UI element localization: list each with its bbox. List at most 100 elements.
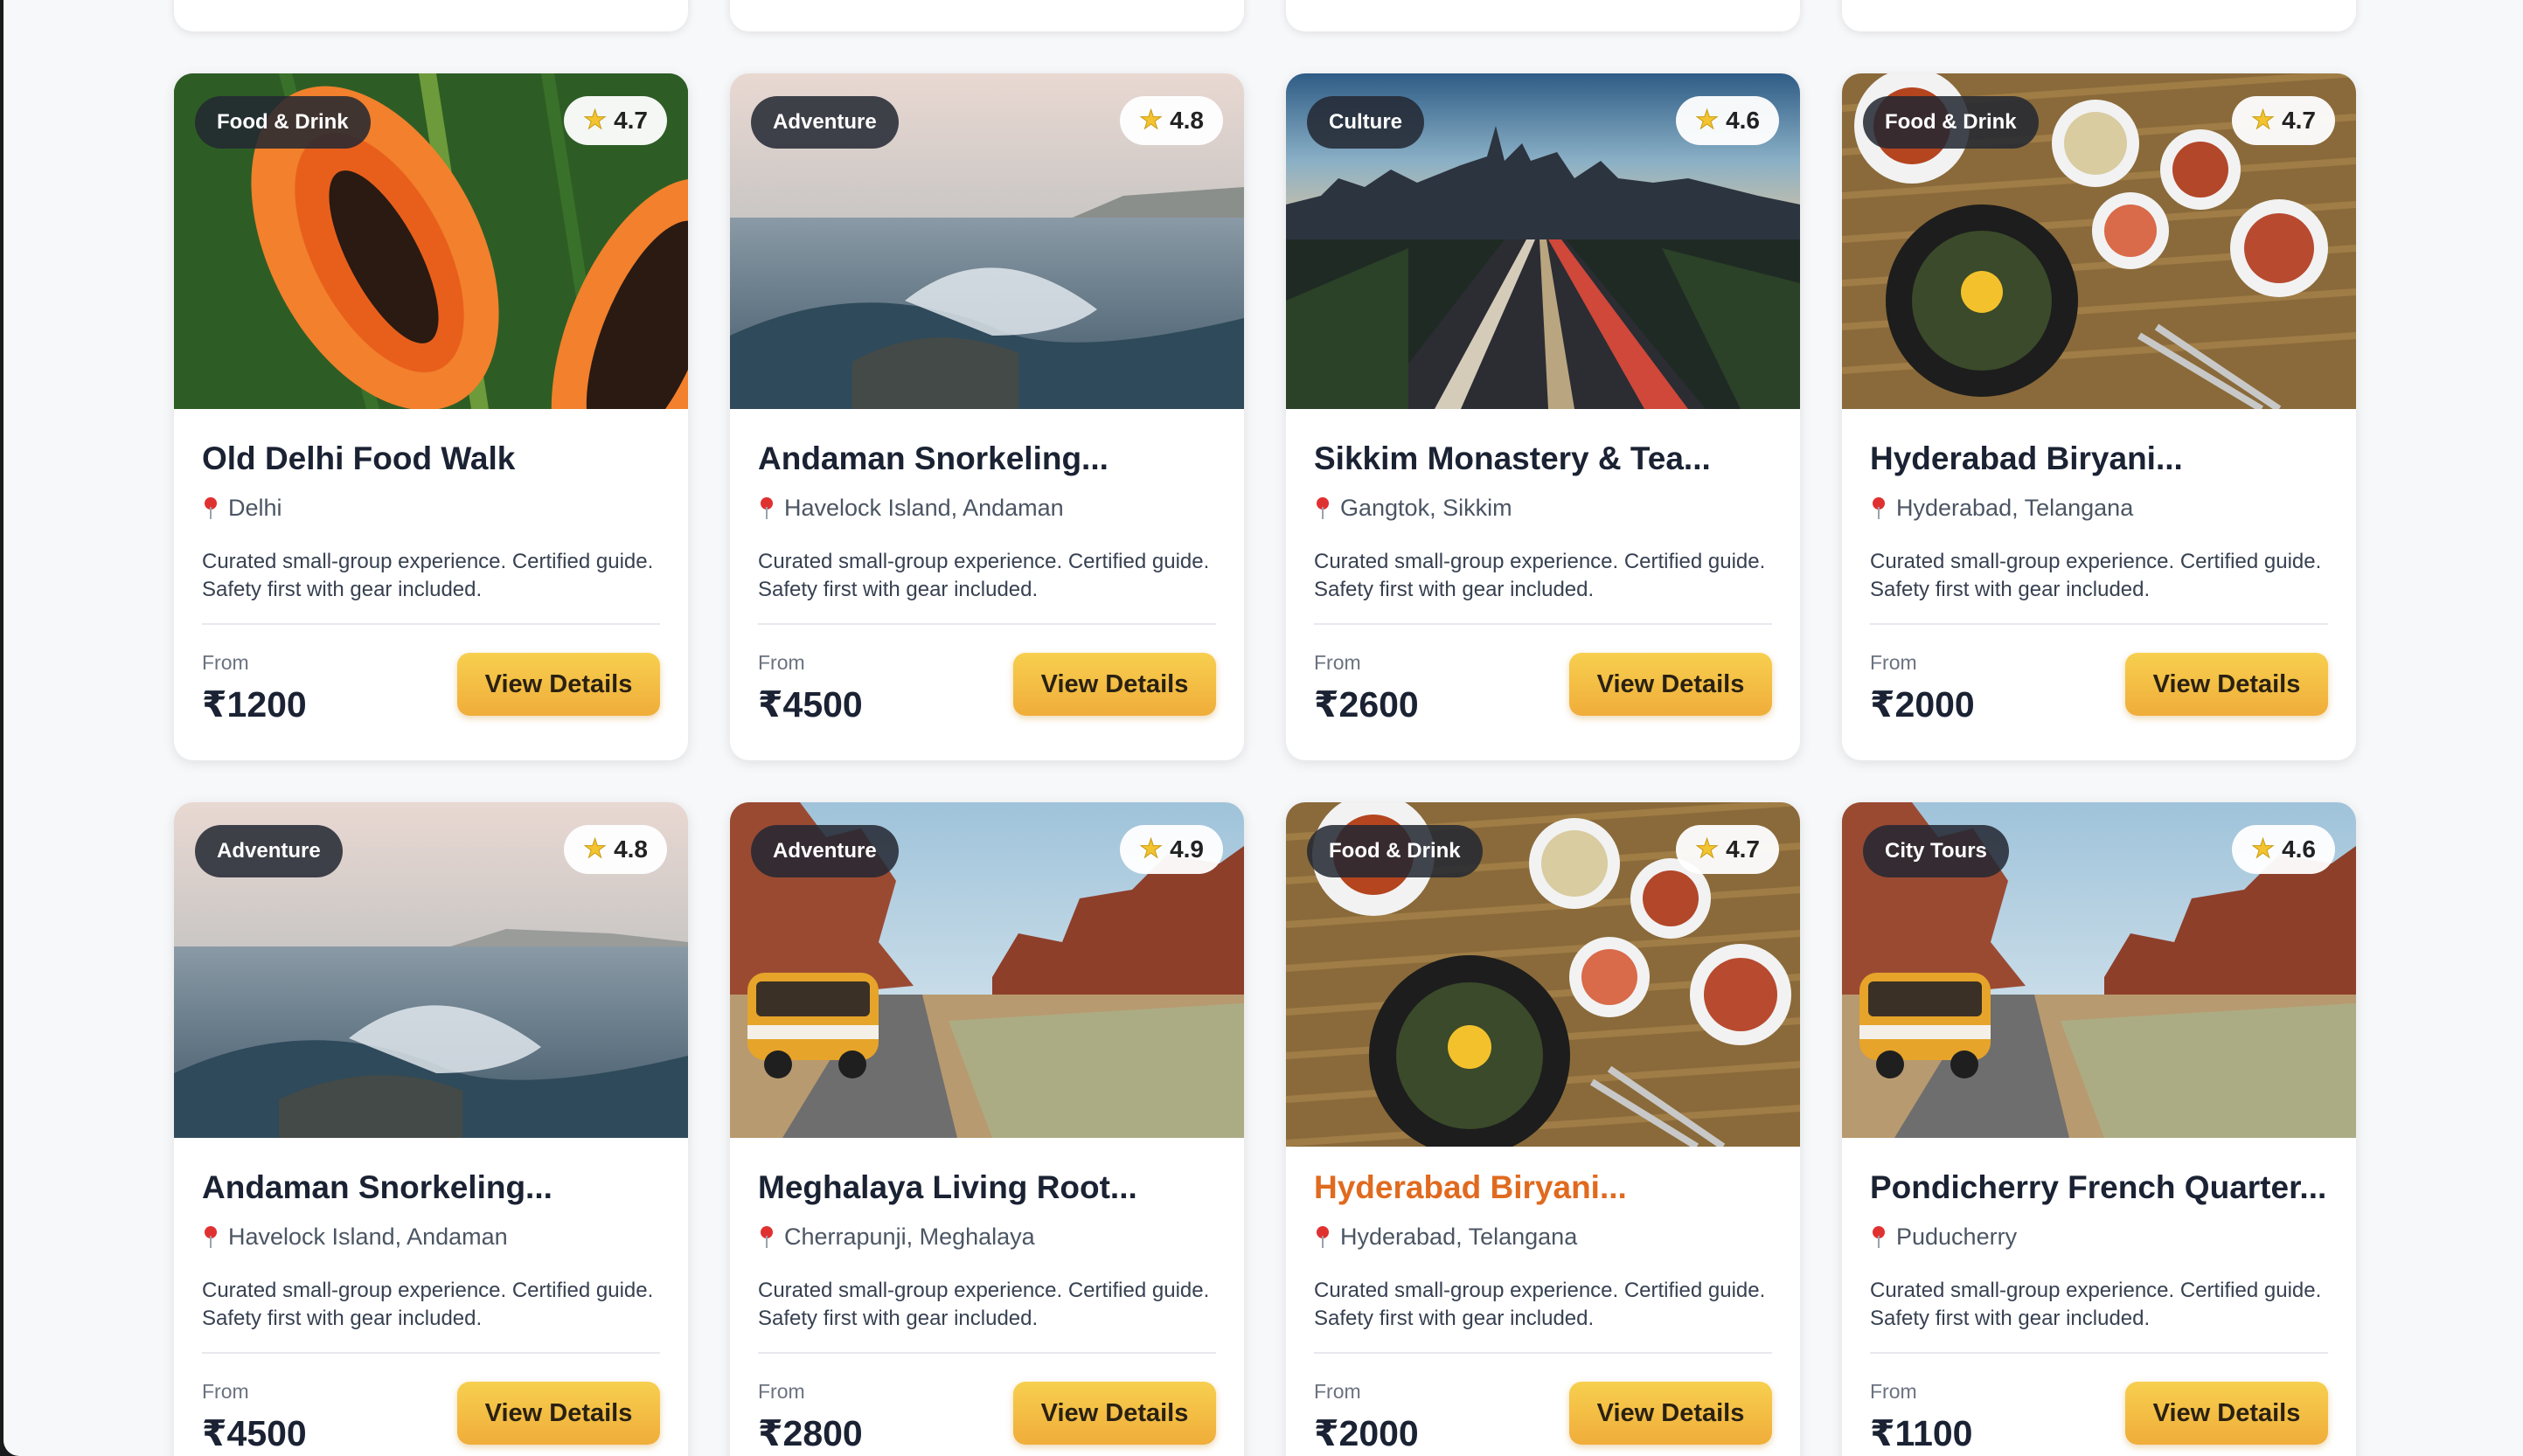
location: Havelock Island, Andaman <box>202 1224 660 1251</box>
divider <box>758 1352 1216 1354</box>
experience-card[interactable]: Adventure ★ 4.8 Andaman Snorkeling... Hav… <box>174 802 688 1456</box>
view-details-button[interactable]: View Details <box>1013 1382 1216 1445</box>
view-details-button[interactable]: View Details <box>2125 653 2328 716</box>
rating-pill: ★ 4.7 <box>1676 825 1779 874</box>
category-badge: Culture <box>1307 96 1424 149</box>
view-details-button[interactable]: View Details <box>1569 1382 1772 1445</box>
category-badge: Food & Drink <box>1307 825 1483 877</box>
price: ₹2000 <box>1870 684 1975 725</box>
experience-title[interactable]: Hyderabad Biryani... <box>1314 1169 1772 1210</box>
location-text: Havelock Island, Andaman <box>784 495 1064 521</box>
from-label: From <box>1314 651 1361 674</box>
price: ₹1200 <box>202 684 307 725</box>
food-table-image: Food & Drink ★ 4.7 <box>1286 802 1800 1147</box>
rating-pill: ★ 4.8 <box>564 825 667 874</box>
location-text: Puducherry <box>1896 1224 2018 1250</box>
from-label: From <box>1314 1380 1361 1403</box>
star-icon: ★ <box>2251 835 2276 864</box>
divider <box>758 623 1216 625</box>
price: ₹2600 <box>1314 684 1419 725</box>
rating-pill: ★ 4.6 <box>1676 96 1779 145</box>
rating-value: 4.6 <box>2282 835 2316 863</box>
star-icon: ★ <box>2251 106 2276 135</box>
experience-grid: Food & Drink ★ 4.7 Old Delhi Food Walk De… <box>174 73 2377 1456</box>
experience-title[interactable]: Andaman Snorkeling... <box>758 440 1216 481</box>
location: Cherrapunji, Meghalaya <box>758 1224 1216 1251</box>
location-text: Cherrapunji, Meghalaya <box>784 1224 1035 1250</box>
experience-title[interactable]: Andaman Snorkeling... <box>202 1169 660 1210</box>
experience-title[interactable]: Sikkim Monastery & Tea... <box>1314 440 1772 481</box>
description: Curated small-group experience. Certifie… <box>1314 550 1766 601</box>
view-details-button[interactable]: View Details <box>457 1382 660 1445</box>
experience-card[interactable]: Food & Drink ★ 4.7 Hyderabad Biryani... H… <box>1286 802 1800 1456</box>
experience-card[interactable]: Adventure ★ 4.8 Andaman Snorkeling... Hav… <box>730 73 1244 760</box>
price: ₹2800 <box>758 1413 863 1453</box>
star-icon: ★ <box>1695 106 1720 135</box>
previous-row-cards <box>174 0 2377 31</box>
rating-pill: ★ 4.6 <box>2232 825 2335 874</box>
star-icon: ★ <box>1139 106 1164 135</box>
divider <box>202 1352 660 1354</box>
ocean-wave-image: Adventure ★ 4.8 <box>730 73 1244 409</box>
rating-value: 4.7 <box>2282 107 2316 134</box>
view-details-button[interactable]: View Details <box>457 653 660 716</box>
category-badge: City Tours <box>1863 825 2009 877</box>
food-table-image: Food & Drink ★ 4.7 <box>1842 73 2356 409</box>
location: Gangtok, Sikkim <box>1314 495 1772 522</box>
rating-value: 4.8 <box>614 835 648 863</box>
experience-title[interactable]: Meghalaya Living Root... <box>758 1169 1216 1210</box>
city-highway-image: Culture ★ 4.6 <box>1286 73 1800 409</box>
view-details-button[interactable]: View Details <box>1013 653 1216 716</box>
star-icon: ★ <box>583 835 608 864</box>
price: ₹1100 <box>1870 1413 1973 1453</box>
divider <box>1314 1352 1772 1354</box>
experience-title[interactable]: Old Delhi Food Walk <box>202 440 660 481</box>
map-pin-icon <box>1873 1225 1885 1248</box>
view-details-button[interactable]: View Details <box>2125 1382 2328 1445</box>
category-badge: Adventure <box>751 96 899 149</box>
description: Curated small-group experience. Certifie… <box>1870 550 2322 601</box>
location: Havelock Island, Andaman <box>758 495 1216 522</box>
experience-card[interactable]: Food & Drink ★ 4.7 Hyderabad Biryani... H… <box>1842 73 2356 760</box>
location-text: Hyderabad, Telangana <box>1340 1224 1578 1250</box>
experience-title[interactable]: Pondicherry French Quarter... <box>1870 1169 2328 1210</box>
experience-card[interactable]: Adventure ★ 4.9 Meghalaya Living Root... … <box>730 802 1244 1456</box>
view-details-button[interactable]: View Details <box>1569 653 1772 716</box>
map-pin-icon <box>205 496 217 519</box>
experience-card[interactable]: Food & Drink ★ 4.7 Old Delhi Food Walk De… <box>174 73 688 760</box>
description: Curated small-group experience. Certifie… <box>202 1279 654 1330</box>
divider <box>1870 623 2328 625</box>
desert-van-image: Adventure ★ 4.9 <box>730 802 1244 1138</box>
description: Curated small-group experience. Certifie… <box>758 1279 1210 1330</box>
category-badge: Adventure <box>195 825 343 877</box>
description: Curated small-group experience. Certifie… <box>758 550 1210 601</box>
experience-card[interactable]: Culture ★ 4.6 Sikkim Monastery & Tea... G… <box>1286 73 1800 760</box>
location-text: Gangtok, Sikkim <box>1340 495 1512 521</box>
papaya-image: Food & Drink ★ 4.7 <box>174 73 688 409</box>
map-pin-icon <box>761 1225 773 1248</box>
from-label: From <box>1870 651 1917 674</box>
desert-van-image: City Tours ★ 4.6 <box>1842 802 2356 1138</box>
card-stub[interactable] <box>730 0 1244 31</box>
card-stub[interactable] <box>1286 0 1800 31</box>
map-pin-icon <box>761 496 773 519</box>
location-text: Hyderabad, Telangana <box>1896 495 2134 521</box>
description: Curated small-group experience. Certifie… <box>202 550 654 601</box>
rating-value: 4.6 <box>1726 107 1760 134</box>
experience-title[interactable]: Hyderabad Biryani... <box>1870 440 2328 481</box>
map-pin-icon <box>205 1225 217 1248</box>
location-text: Havelock Island, Andaman <box>228 1224 508 1250</box>
card-stub[interactable] <box>1842 0 2356 31</box>
card-stub[interactable] <box>174 0 688 31</box>
location-text: Delhi <box>228 495 282 521</box>
map-pin-icon <box>1873 496 1885 519</box>
rating-value: 4.7 <box>614 107 648 134</box>
description: Curated small-group experience. Certifie… <box>1870 1279 2322 1330</box>
rating-value: 4.9 <box>1170 835 1204 863</box>
category-badge: Adventure <box>751 825 899 877</box>
rating-pill: ★ 4.7 <box>2232 96 2335 145</box>
experience-card[interactable]: City Tours ★ 4.6 Pondicherry French Quart… <box>1842 802 2356 1456</box>
location: Hyderabad, Telangana <box>1870 495 2328 522</box>
star-icon: ★ <box>1139 835 1164 864</box>
map-pin-icon <box>1317 496 1329 519</box>
